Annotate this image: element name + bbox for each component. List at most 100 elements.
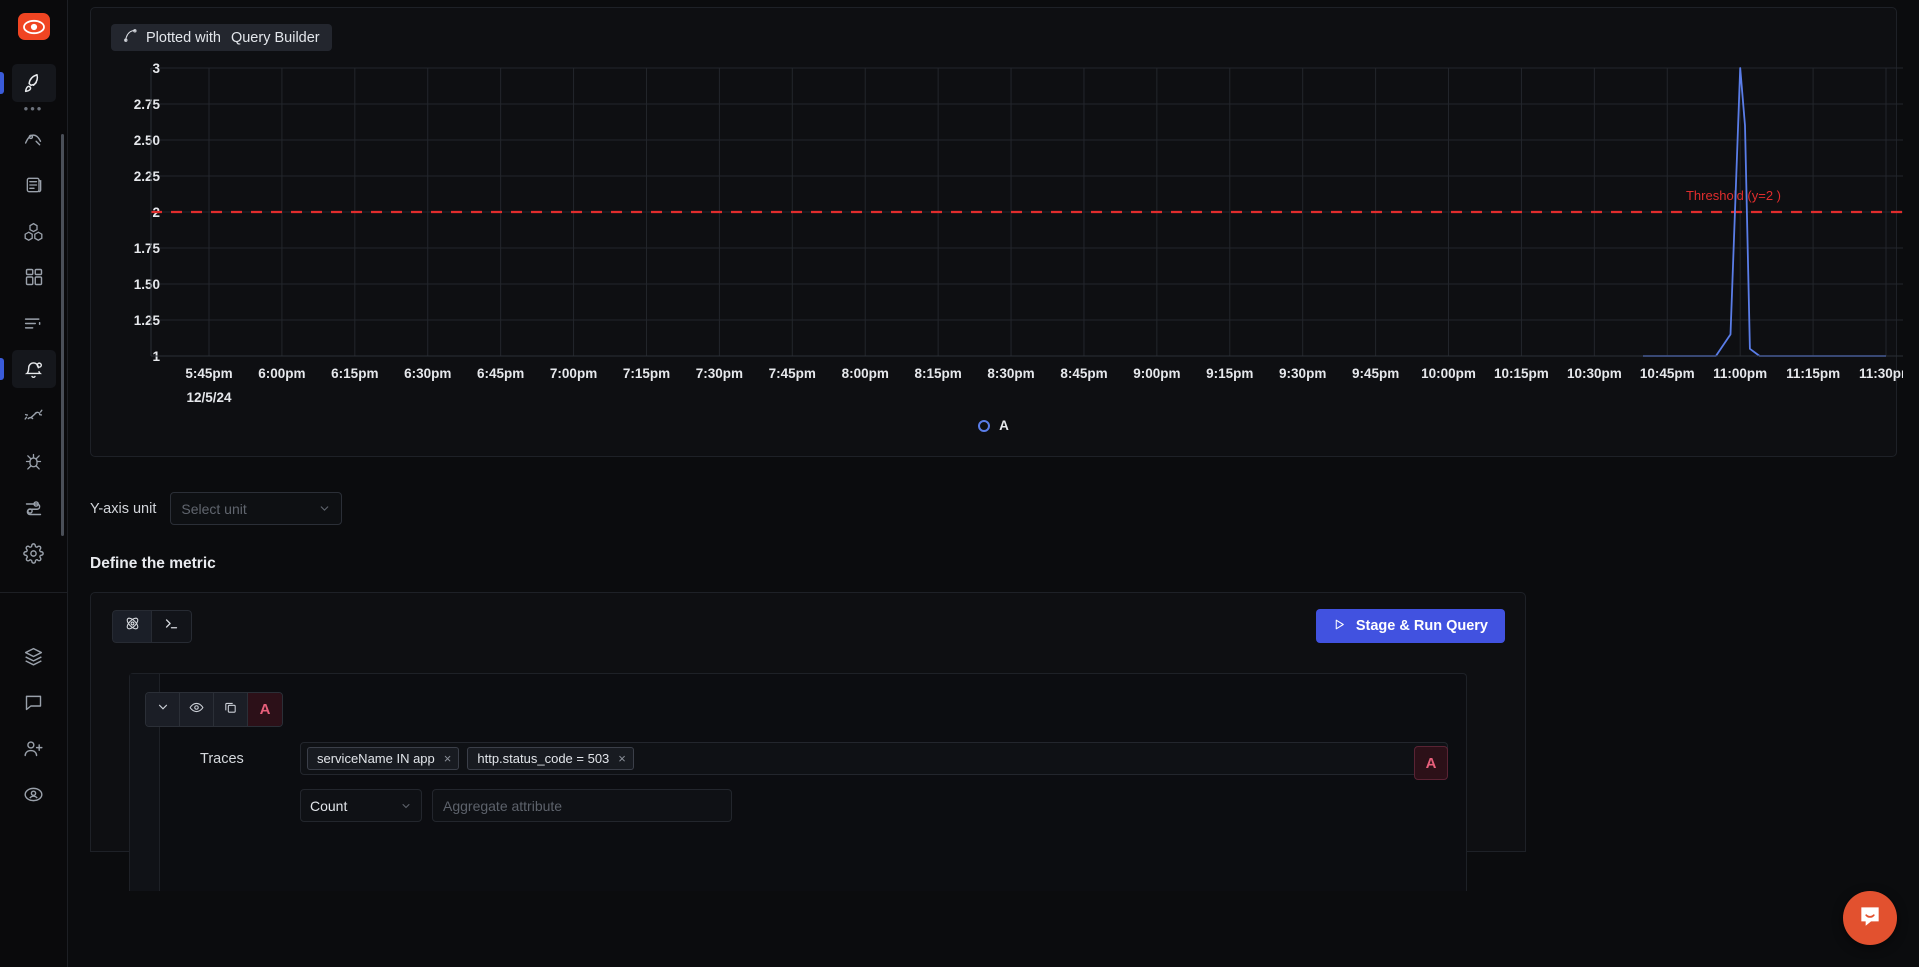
aggregate-function-select[interactable]: Count (300, 789, 422, 822)
aggregate-function-value: Count (310, 798, 347, 814)
x-axis-tick-label: 8:00pm (842, 366, 889, 381)
y-axis-tick-label: 1.75 (134, 241, 161, 256)
close-icon[interactable]: × (618, 751, 626, 766)
sidebar-item-get-started[interactable] (12, 64, 56, 102)
chart-svg: 11.251.501.7522.252.502.7535:45pm6:00pm6… (91, 56, 1903, 416)
query-row-tools: A (145, 692, 283, 727)
sidebar-item-alerts[interactable] (12, 350, 56, 388)
x-axis-tick-label: 11:00pm (1713, 366, 1767, 381)
filter-chip-text: serviceName IN app (317, 751, 435, 766)
sidebar-item-exceptions[interactable] (12, 396, 56, 434)
chart-card: Plotted with Query Builder 11.251.501.75… (90, 7, 1897, 457)
x-axis-tick-label: 7:00pm (550, 366, 597, 381)
data-source-row: Traces serviceName IN app × http.status_… (200, 742, 1448, 775)
sidebar-item-messaging-queues[interactable] (12, 304, 56, 342)
threshold-label: Threshold (y=2 ) (1686, 188, 1781, 203)
stage-and-run-query-button[interactable]: Stage & Run Query (1316, 609, 1505, 643)
x-axis-tick-label: 10:45pm (1640, 366, 1695, 381)
query-label-a[interactable]: A (248, 693, 282, 726)
x-axis-tick-label: 6:45pm (477, 366, 524, 381)
x-axis-tick-label: 6:30pm (404, 366, 451, 381)
query-builder-toolbar: Stage & Run Query (91, 593, 1525, 643)
x-axis-tick-label: 9:15pm (1206, 366, 1253, 381)
signoz-eye-logo[interactable] (18, 13, 50, 40)
chevron-down-icon (400, 800, 412, 812)
y-axis-tick-label: 3 (152, 61, 160, 76)
filter-chip[interactable]: http.status_code = 503 × (467, 747, 634, 770)
y-axis-unit-row: Y-axis unit Select unit (90, 492, 1897, 525)
sidebar-scrollbar[interactable] (61, 134, 64, 536)
x-axis-tick-label: 6:00pm (258, 366, 305, 381)
sidebar-item-logs[interactable] (12, 166, 56, 204)
x-axis-tick-label: 9:30pm (1279, 366, 1326, 381)
close-icon[interactable]: × (444, 751, 452, 766)
x-axis-tick-label: 6:15pm (331, 366, 378, 381)
y-axis-tick-label: 1.50 (134, 277, 160, 292)
chat-bubble-smile-icon (1857, 903, 1883, 934)
filter-chip[interactable]: serviceName IN app × (307, 747, 459, 770)
legend-label-a: A (999, 418, 1009, 433)
query-side-label-a[interactable]: A (1414, 746, 1448, 780)
x-axis-tick-label: 8:15pm (914, 366, 961, 381)
plotted-with-source: Query Builder (231, 30, 320, 46)
terminal-prompt-icon (163, 615, 180, 637)
y-axis-tick-label: 2.75 (134, 97, 161, 112)
toggle-visibility-button[interactable] (180, 693, 214, 726)
collapse-query-button[interactable] (146, 693, 180, 726)
y-axis-unit-placeholder: Select unit (181, 501, 246, 517)
sidebar-item-integrations[interactable] (12, 637, 56, 675)
filter-chip-text: http.status_code = 503 (477, 751, 609, 766)
x-axis-tick-label: 10:30pm (1567, 366, 1622, 381)
sidebar-item-dashboards[interactable] (12, 258, 56, 296)
aggregate-attribute-placeholder: Aggregate attribute (443, 798, 562, 814)
x-axis-tick-label: 7:45pm (769, 366, 816, 381)
legend-marker-a (978, 420, 990, 432)
sidebar-item-account[interactable] (12, 775, 56, 813)
y-axis-tick-label: 1.25 (134, 313, 161, 328)
chart-legend[interactable]: A (91, 418, 1896, 433)
query-builder-card: Stage & Run Query (90, 592, 1526, 852)
x-axis-tick-label: 5:45pm (185, 366, 232, 381)
sidebar-item-invite-member[interactable] (12, 729, 56, 767)
sidebar-divider (0, 592, 67, 593)
sidebar-item-traces[interactable] (12, 212, 56, 250)
play-triangle-icon (1333, 618, 1346, 635)
x-axis-tick-label: 11:30pm (1859, 366, 1903, 381)
define-the-metric-heading: Define the metric (90, 555, 1897, 573)
sidebar-item-service-map[interactable] (12, 488, 56, 526)
x-axis-tick-label: 7:15pm (623, 366, 670, 381)
filter-input[interactable]: serviceName IN app × http.status_code = … (300, 742, 1448, 775)
x-axis-tick-label: 10:15pm (1494, 366, 1549, 381)
plotted-with-label: Plotted with (146, 30, 221, 46)
x-axis-tick-label: 10:00pm (1421, 366, 1476, 381)
query-panel-a: A Traces serviceName IN app × http.statu… (129, 673, 1467, 891)
aggregate-attribute-input[interactable]: Aggregate attribute (432, 789, 732, 822)
x-axis-tick-label: 7:30pm (696, 366, 743, 381)
y-axis-unit-select[interactable]: Select unit (170, 492, 342, 525)
sidebar-item-settings[interactable] (12, 534, 56, 572)
sidebar-more-dots-icon[interactable]: ••• (24, 106, 44, 116)
y-axis-tick-label: 2.25 (134, 169, 161, 184)
sidebar-item-errors[interactable] (12, 442, 56, 480)
y-axis-unit-label: Y-axis unit (90, 501, 156, 517)
chart-plot-area[interactable]: 11.251.501.7522.252.502.7535:45pm6:00pm6… (91, 56, 1896, 416)
atom-query-builder-icon (124, 615, 141, 637)
query-builder-tab[interactable] (112, 610, 152, 643)
stage-and-run-query-label: Stage & Run Query (1356, 618, 1488, 634)
duplicate-query-button[interactable] (214, 693, 248, 726)
eye-visibility-icon (189, 700, 204, 720)
chevron-down-icon (156, 700, 170, 719)
curve-line-icon (123, 28, 138, 47)
x-axis-tick-label: 11:15pm (1786, 366, 1840, 381)
x-axis-tick-label: 8:30pm (987, 366, 1034, 381)
x-axis-date-label: 12/5/24 (186, 390, 232, 405)
query-code-tab[interactable] (152, 610, 192, 643)
y-axis-tick-label: 2.50 (134, 133, 160, 148)
query-mode-toggle (112, 610, 192, 643)
app-root: ••• (0, 0, 1919, 967)
x-axis-tick-label: 9:45pm (1352, 366, 1399, 381)
chat-support-button[interactable] (1843, 891, 1897, 945)
sidebar: ••• (0, 0, 68, 967)
sidebar-item-support[interactable] (12, 683, 56, 721)
sidebar-item-services[interactable] (12, 120, 56, 158)
